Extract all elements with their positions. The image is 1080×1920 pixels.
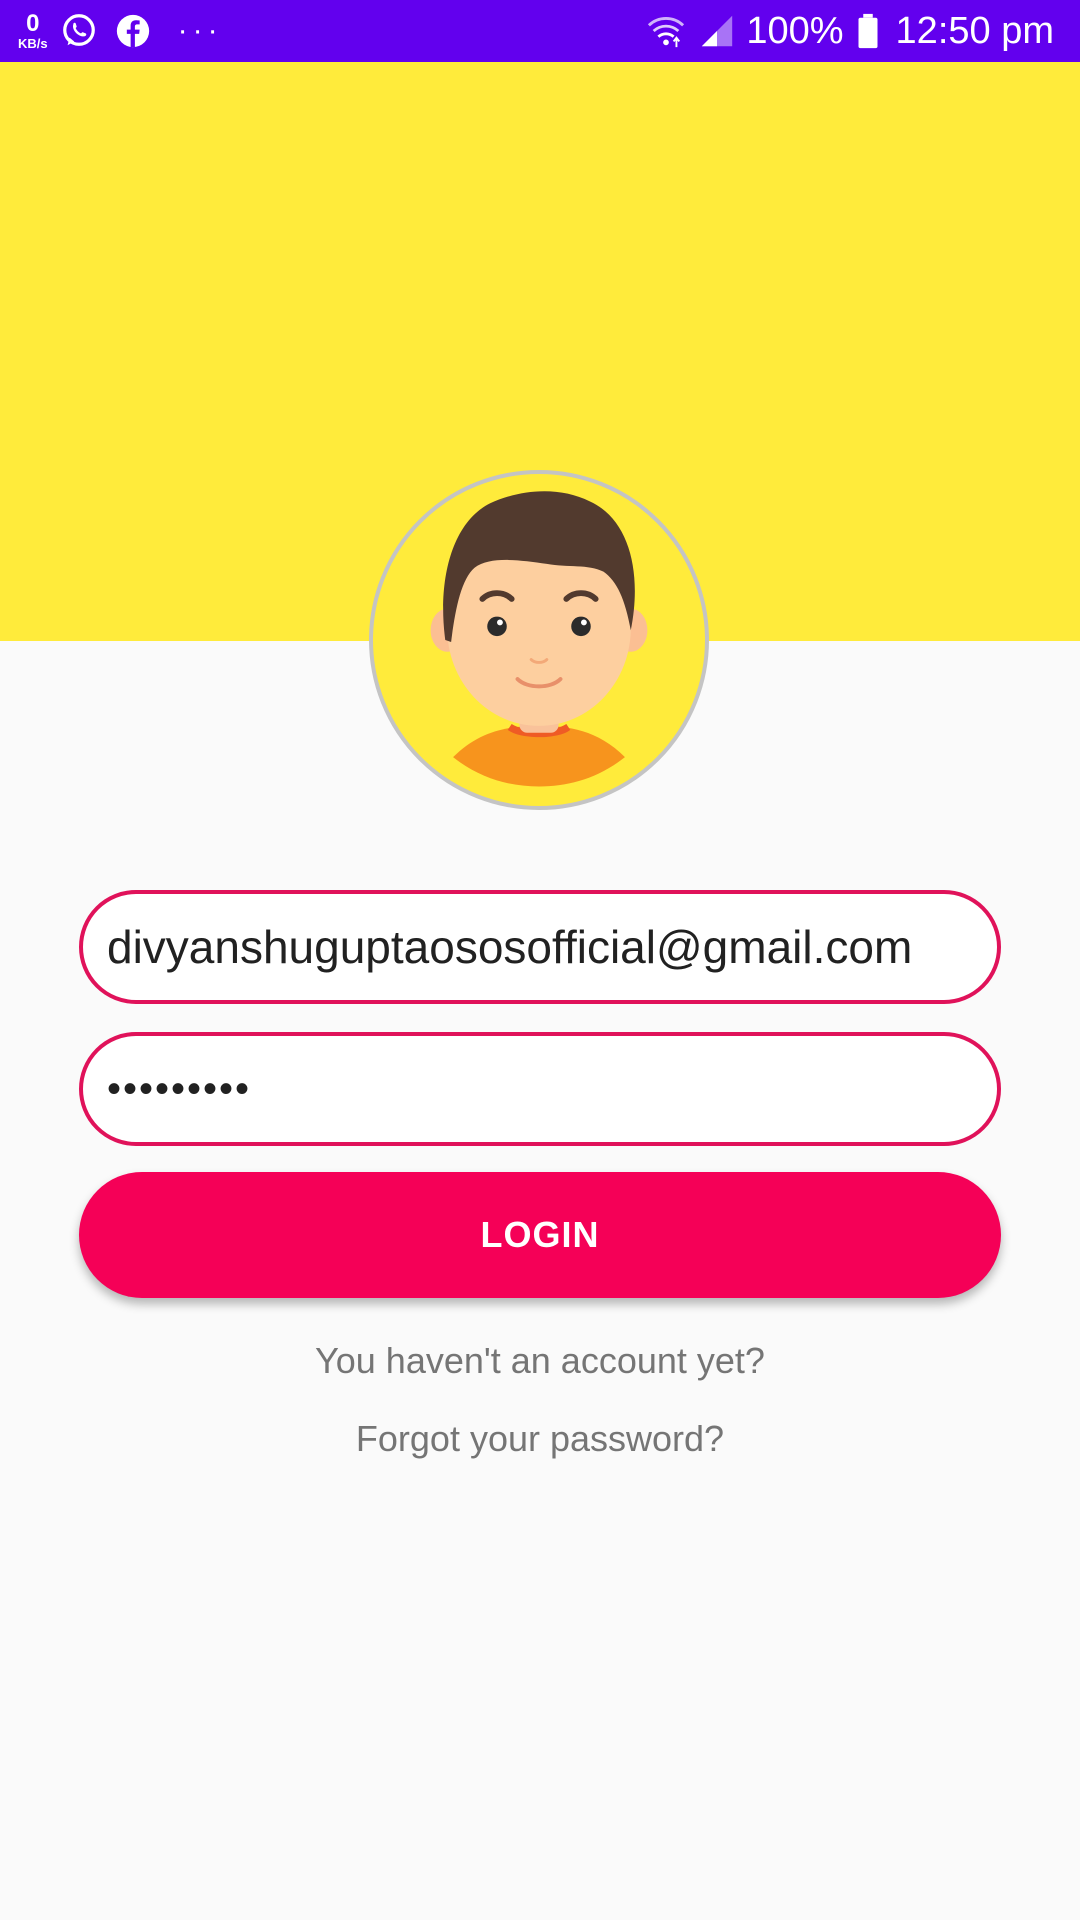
login-button[interactable]: LOGIN	[79, 1172, 1001, 1298]
avatar-boy-icon	[430, 491, 648, 787]
signup-link[interactable]: You haven't an account yet?	[0, 1340, 1080, 1382]
whatsapp-icon	[62, 14, 95, 46]
forgot-password-link[interactable]: Forgot your password?	[0, 1418, 1080, 1460]
email-input[interactable]	[107, 920, 973, 974]
profile-avatar	[369, 470, 709, 810]
data-rate-unit: KB/s	[18, 36, 48, 51]
facebook-icon	[116, 14, 149, 48]
password-field[interactable]	[79, 1032, 1001, 1146]
data-rate-value: 0	[26, 10, 40, 37]
email-field[interactable]	[79, 890, 1001, 1004]
battery-percent: 100%	[746, 9, 844, 52]
login-button-label: LOGIN	[480, 1214, 600, 1255]
status-bar: 0 KB/s ··· 100% 12:50 pm	[0, 0, 1080, 62]
status-bar-system: 100% 12:50 pm	[644, 10, 1054, 53]
password-input[interactable]	[107, 1066, 973, 1112]
login-screen: 0 KB/s ··· 100% 12:50 pm divyanshuguptao…	[0, 0, 1080, 1920]
clock-time: 12:50 pm	[895, 9, 1054, 52]
more-dots-icon: ···	[177, 14, 223, 47]
status-bar-notifications: 0 KB/s ···	[18, 10, 223, 51]
data-rate-indicator: 0 KB/s	[18, 10, 48, 51]
battery-icon	[858, 13, 878, 49]
signal-icon	[702, 15, 733, 47]
wifi-icon	[648, 17, 685, 48]
